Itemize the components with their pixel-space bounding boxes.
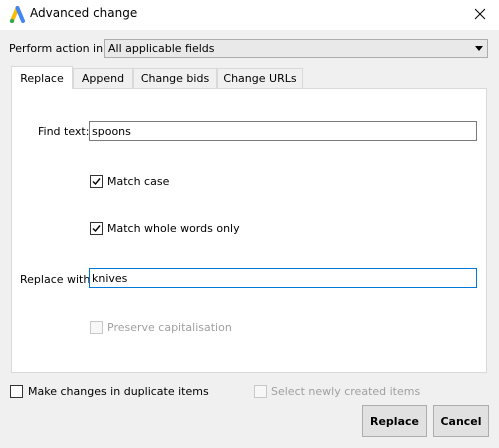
tab-label: Append	[81, 72, 125, 85]
match-whole-words-checkbox[interactable]	[90, 222, 103, 235]
title-bar: Advanced change	[0, 0, 499, 30]
tab-append[interactable]: Append	[73, 68, 133, 88]
select-new-items-label: Select newly created items	[271, 385, 421, 398]
checkmark-icon	[92, 225, 101, 233]
select-new-items-checkbox[interactable]	[254, 385, 267, 398]
replace-with-value: knives	[92, 272, 128, 285]
perform-action-value: All applicable fields	[108, 42, 215, 55]
find-text-input[interactable]: spoons	[89, 121, 477, 141]
duplicate-items-label: Make changes in duplicate items	[28, 385, 209, 398]
tab-change-bids[interactable]: Change bids	[133, 68, 217, 88]
google-ads-logo	[9, 6, 25, 23]
replace-button-label: Replace	[370, 414, 419, 428]
replace-with-input[interactable]: knives	[89, 268, 477, 288]
duplicate-items-checkbox[interactable]	[10, 385, 23, 398]
match-whole-words-label: Match whole words only	[107, 222, 240, 235]
replace-button[interactable]: Replace	[362, 405, 427, 437]
tab-label: Change URLs	[223, 72, 297, 85]
find-text-value: spoons	[92, 125, 131, 138]
dropdown-arrow-icon	[475, 46, 483, 51]
tab-label: Replace	[20, 71, 64, 85]
replace-with-label: Replace with:	[20, 273, 95, 286]
match-case-checkbox[interactable]	[90, 175, 103, 188]
checkmark-icon	[92, 178, 101, 186]
perform-action-select[interactable]: All applicable fields	[104, 39, 488, 58]
close-icon	[474, 8, 486, 20]
find-text-label: Find text:	[38, 125, 90, 138]
match-case-label: Match case	[107, 175, 170, 188]
preserve-capitalisation-label: Preserve capitalisation	[107, 321, 232, 334]
window-title: Advanced change	[30, 6, 138, 20]
perform-action-label: Perform action in:	[9, 42, 107, 55]
cancel-button-label: Cancel	[440, 414, 482, 428]
close-button[interactable]	[469, 3, 491, 25]
tab-label: Change bids	[140, 72, 210, 85]
tab-change-urls[interactable]: Change URLs	[217, 68, 303, 88]
tab-replace[interactable]: Replace	[11, 66, 73, 89]
preserve-capitalisation-checkbox[interactable]	[90, 321, 103, 334]
cancel-button[interactable]: Cancel	[433, 405, 489, 437]
